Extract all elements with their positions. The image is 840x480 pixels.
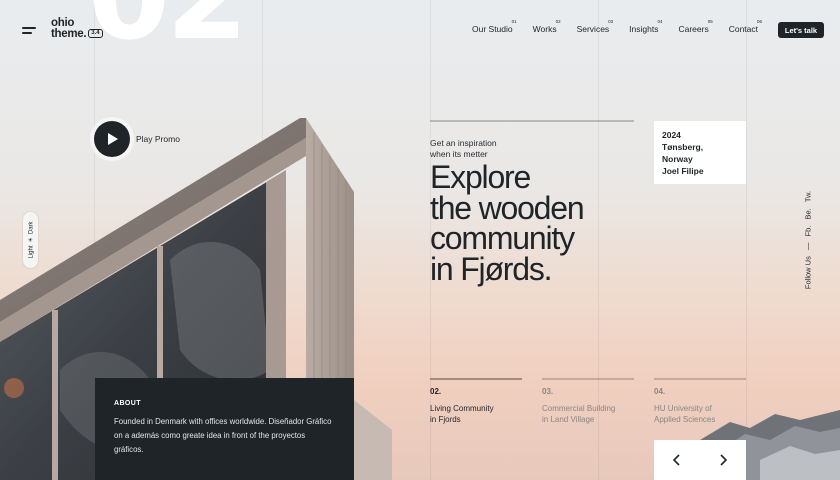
hamburger-menu-icon[interactable] <box>22 24 40 36</box>
hero-title-line: the wooden <box>430 189 585 226</box>
info-year: 2024 <box>662 130 681 140</box>
slide-number: 02 <box>88 0 248 56</box>
hero-title: Explore the wooden community in Fjørds. <box>430 159 585 287</box>
project-item-hu-university[interactable]: 04. HU University of Applied Sciences <box>654 378 746 425</box>
nav-item-works[interactable]: Works 02 <box>533 19 561 34</box>
grid-line <box>746 0 747 480</box>
project-item-living-community[interactable]: 02. Living Community in Fjords <box>430 378 522 425</box>
follow-us: Follow Us — Fb. Be. Tw. <box>804 189 813 291</box>
logo-line2: theme. <box>51 28 87 40</box>
project-progress <box>542 378 634 380</box>
lets-talk-button[interactable]: Let's talk <box>778 22 824 38</box>
info-location-line2: Norway <box>662 154 693 164</box>
project-progress <box>430 378 522 380</box>
chevron-left-icon <box>673 454 680 466</box>
nav-item-our-studio[interactable]: Our Studio 01 <box>472 19 517 34</box>
social-link-be[interactable]: Be. <box>804 208 813 219</box>
social-link-fb[interactable]: Fb. <box>804 226 813 237</box>
follow-dash: — <box>803 242 813 251</box>
play-promo-button[interactable]: Play Promo <box>90 117 180 161</box>
project-title: Living Community in Fjords <box>430 404 494 424</box>
project-item-commercial-building[interactable]: 03. Commercial Building in Land Village <box>542 378 634 425</box>
logo[interactable]: ohio theme. 3.4 <box>51 17 103 40</box>
project-title: HU University of Applied Sciences <box>654 404 716 424</box>
project-title: Commercial Building in Land Village <box>542 404 616 424</box>
nav-item-careers[interactable]: Careers 05 <box>678 19 712 34</box>
hero-title-line: community <box>430 220 575 256</box>
prev-slide-button[interactable] <box>654 440 700 480</box>
nav-item-contact[interactable]: Contact 06 <box>729 19 762 34</box>
project-info-card: 2024 Tønsberg, Norway Joel Filipe <box>654 121 746 184</box>
hero-title-line: Explore <box>430 159 531 195</box>
hero-title-line: in Fjørds. <box>430 250 553 287</box>
social-link-tw[interactable]: Tw. <box>804 191 813 202</box>
project-number: 02. <box>430 387 442 396</box>
next-slide-button[interactable] <box>700 440 746 480</box>
info-author: Joel Filipe <box>662 166 704 176</box>
play-icon <box>94 121 130 157</box>
chevron-right-icon <box>720 454 727 466</box>
light-label: Light <box>27 245 34 259</box>
slider-controls <box>654 440 746 480</box>
hero-divider <box>430 120 634 122</box>
play-button-ring <box>90 117 134 161</box>
project-progress <box>654 378 746 380</box>
project-number: 04. <box>654 387 666 396</box>
main-nav: Our Studio 01 Works 02 Services 03 Insights… <box>452 19 762 34</box>
logo-version-badge: 3.4 <box>88 29 103 38</box>
about-text: Founded in Denmark with offices worldwid… <box>114 417 332 454</box>
nav-item-insights[interactable]: Insights 04 <box>629 19 662 34</box>
nav-item-services[interactable]: Services 03 <box>577 19 614 34</box>
play-promo-label: Play Promo <box>136 134 180 144</box>
info-location-line1: Tønsberg, <box>662 142 704 152</box>
theme-toggle[interactable]: Light ☀ Dark <box>23 212 38 268</box>
sun-icon: ☀ <box>28 237 34 243</box>
about-box: ABOUT Founded in Denmark with offices wo… <box>95 378 354 480</box>
follow-label: Follow Us <box>803 256 813 290</box>
hero-subtitle: Get an inspiration when its metter <box>430 138 497 159</box>
about-title: ABOUT <box>114 400 141 407</box>
dark-label: Dark <box>27 221 34 235</box>
project-number: 03. <box>542 387 554 396</box>
